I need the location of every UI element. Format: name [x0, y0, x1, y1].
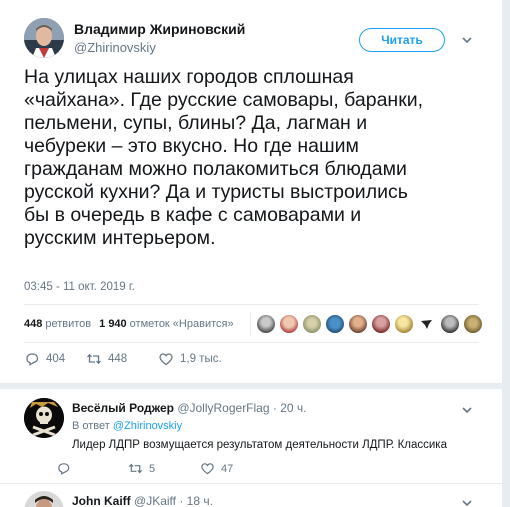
like-button[interactable]: 1,9 тыс.: [158, 351, 222, 367]
reply-like-button[interactable]: 47: [200, 461, 233, 476]
retweet-count: 448: [108, 353, 128, 365]
like-icon: [159, 353, 173, 366]
avatar[interactable]: [440, 314, 460, 334]
author-avatar[interactable]: [24, 18, 64, 58]
likes-label[interactable]: отметок «Нравится»: [130, 318, 234, 330]
reply-retweet-button[interactable]: 5: [128, 461, 200, 476]
author-name[interactable]: Владимир Жириновский: [74, 21, 245, 37]
tweet-stats: 448 ретвитов 1 940 отметок «Нравится»: [24, 318, 234, 330]
avatar[interactable]: [325, 314, 345, 334]
chevron-down-icon[interactable]: [461, 34, 473, 46]
divider: [24, 304, 479, 305]
in-reply-handle-link[interactable]: @Zhirinovskiy: [113, 420, 182, 432]
avatar[interactable]: [371, 314, 391, 334]
reply-author-name[interactable]: Весёлый Роджер: [72, 401, 174, 415]
divider: [250, 312, 251, 336]
avatar[interactable]: [348, 314, 368, 334]
avatar[interactable]: [417, 314, 437, 334]
tweet-page: Владимир Жириновский @Zhirinovskiy Читат…: [0, 0, 503, 507]
avatar[interactable]: [463, 314, 483, 334]
reply-icon: [26, 353, 39, 366]
reply-author[interactable]: John Kaiff @JKaiff · 18 ч.: [72, 494, 213, 507]
like-icon: [201, 463, 214, 475]
reply-count: 404: [46, 353, 66, 365]
reply-avatar[interactable]: [24, 398, 64, 438]
reply-button[interactable]: 404: [24, 351, 86, 367]
reply-author-name[interactable]: John Kaiff: [72, 494, 131, 507]
reply-actions: 5 47: [128, 461, 233, 476]
divider: [24, 342, 479, 343]
reply-like-count: 47: [221, 462, 234, 475]
avatar[interactable]: [256, 314, 276, 334]
tweet-actions: 404 448 1,9 тыс.: [24, 351, 222, 367]
reply-text: Лидер ЛДПР возмущается результатом деяте…: [72, 439, 447, 451]
reply-author-handle[interactable]: @JollyRogerFlag · 20 ч.: [177, 401, 306, 415]
reply-reply-button[interactable]: [56, 461, 77, 476]
chevron-down-icon[interactable]: [461, 497, 473, 507]
liker-avatars: [256, 314, 486, 334]
follow-button[interactable]: Читать: [359, 28, 445, 52]
retweets-count[interactable]: 448: [24, 318, 42, 330]
retweet-icon: [87, 353, 101, 365]
in-reply-to: В ответ @Zhirinovskiy: [72, 420, 182, 432]
avatar[interactable]: [394, 314, 414, 334]
retweet-button[interactable]: 448: [86, 351, 158, 367]
tweet-text: На улицах наших городов сплошная «чайхан…: [24, 66, 424, 249]
retweet-icon: [128, 463, 143, 474]
retweets-label[interactable]: ретвитов: [45, 318, 91, 330]
reply-avatar[interactable]: [24, 491, 64, 507]
reply-author[interactable]: Весёлый Роджер @JollyRogerFlag · 20 ч.: [72, 401, 306, 415]
section-separator: [0, 383, 503, 389]
reply-retweet-count: 5: [149, 462, 156, 475]
avatar[interactable]: [302, 314, 322, 334]
scroll-gutter: [503, 0, 510, 507]
chevron-down-icon[interactable]: [461, 404, 473, 416]
divider: [0, 483, 503, 484]
author-handle[interactable]: @Zhirinovskiy: [74, 40, 156, 55]
like-count: 1,9 тыс.: [180, 353, 222, 365]
in-reply-prefix: В ответ: [72, 420, 110, 432]
avatar[interactable]: [279, 314, 299, 334]
likes-count[interactable]: 1 940: [99, 318, 127, 330]
reply-icon: [58, 463, 70, 475]
tweet-timestamp[interactable]: 03:45 - 11 окт. 2019 г.: [24, 281, 135, 293]
reply-author-handle[interactable]: @JKaiff · 18 ч.: [134, 494, 213, 507]
